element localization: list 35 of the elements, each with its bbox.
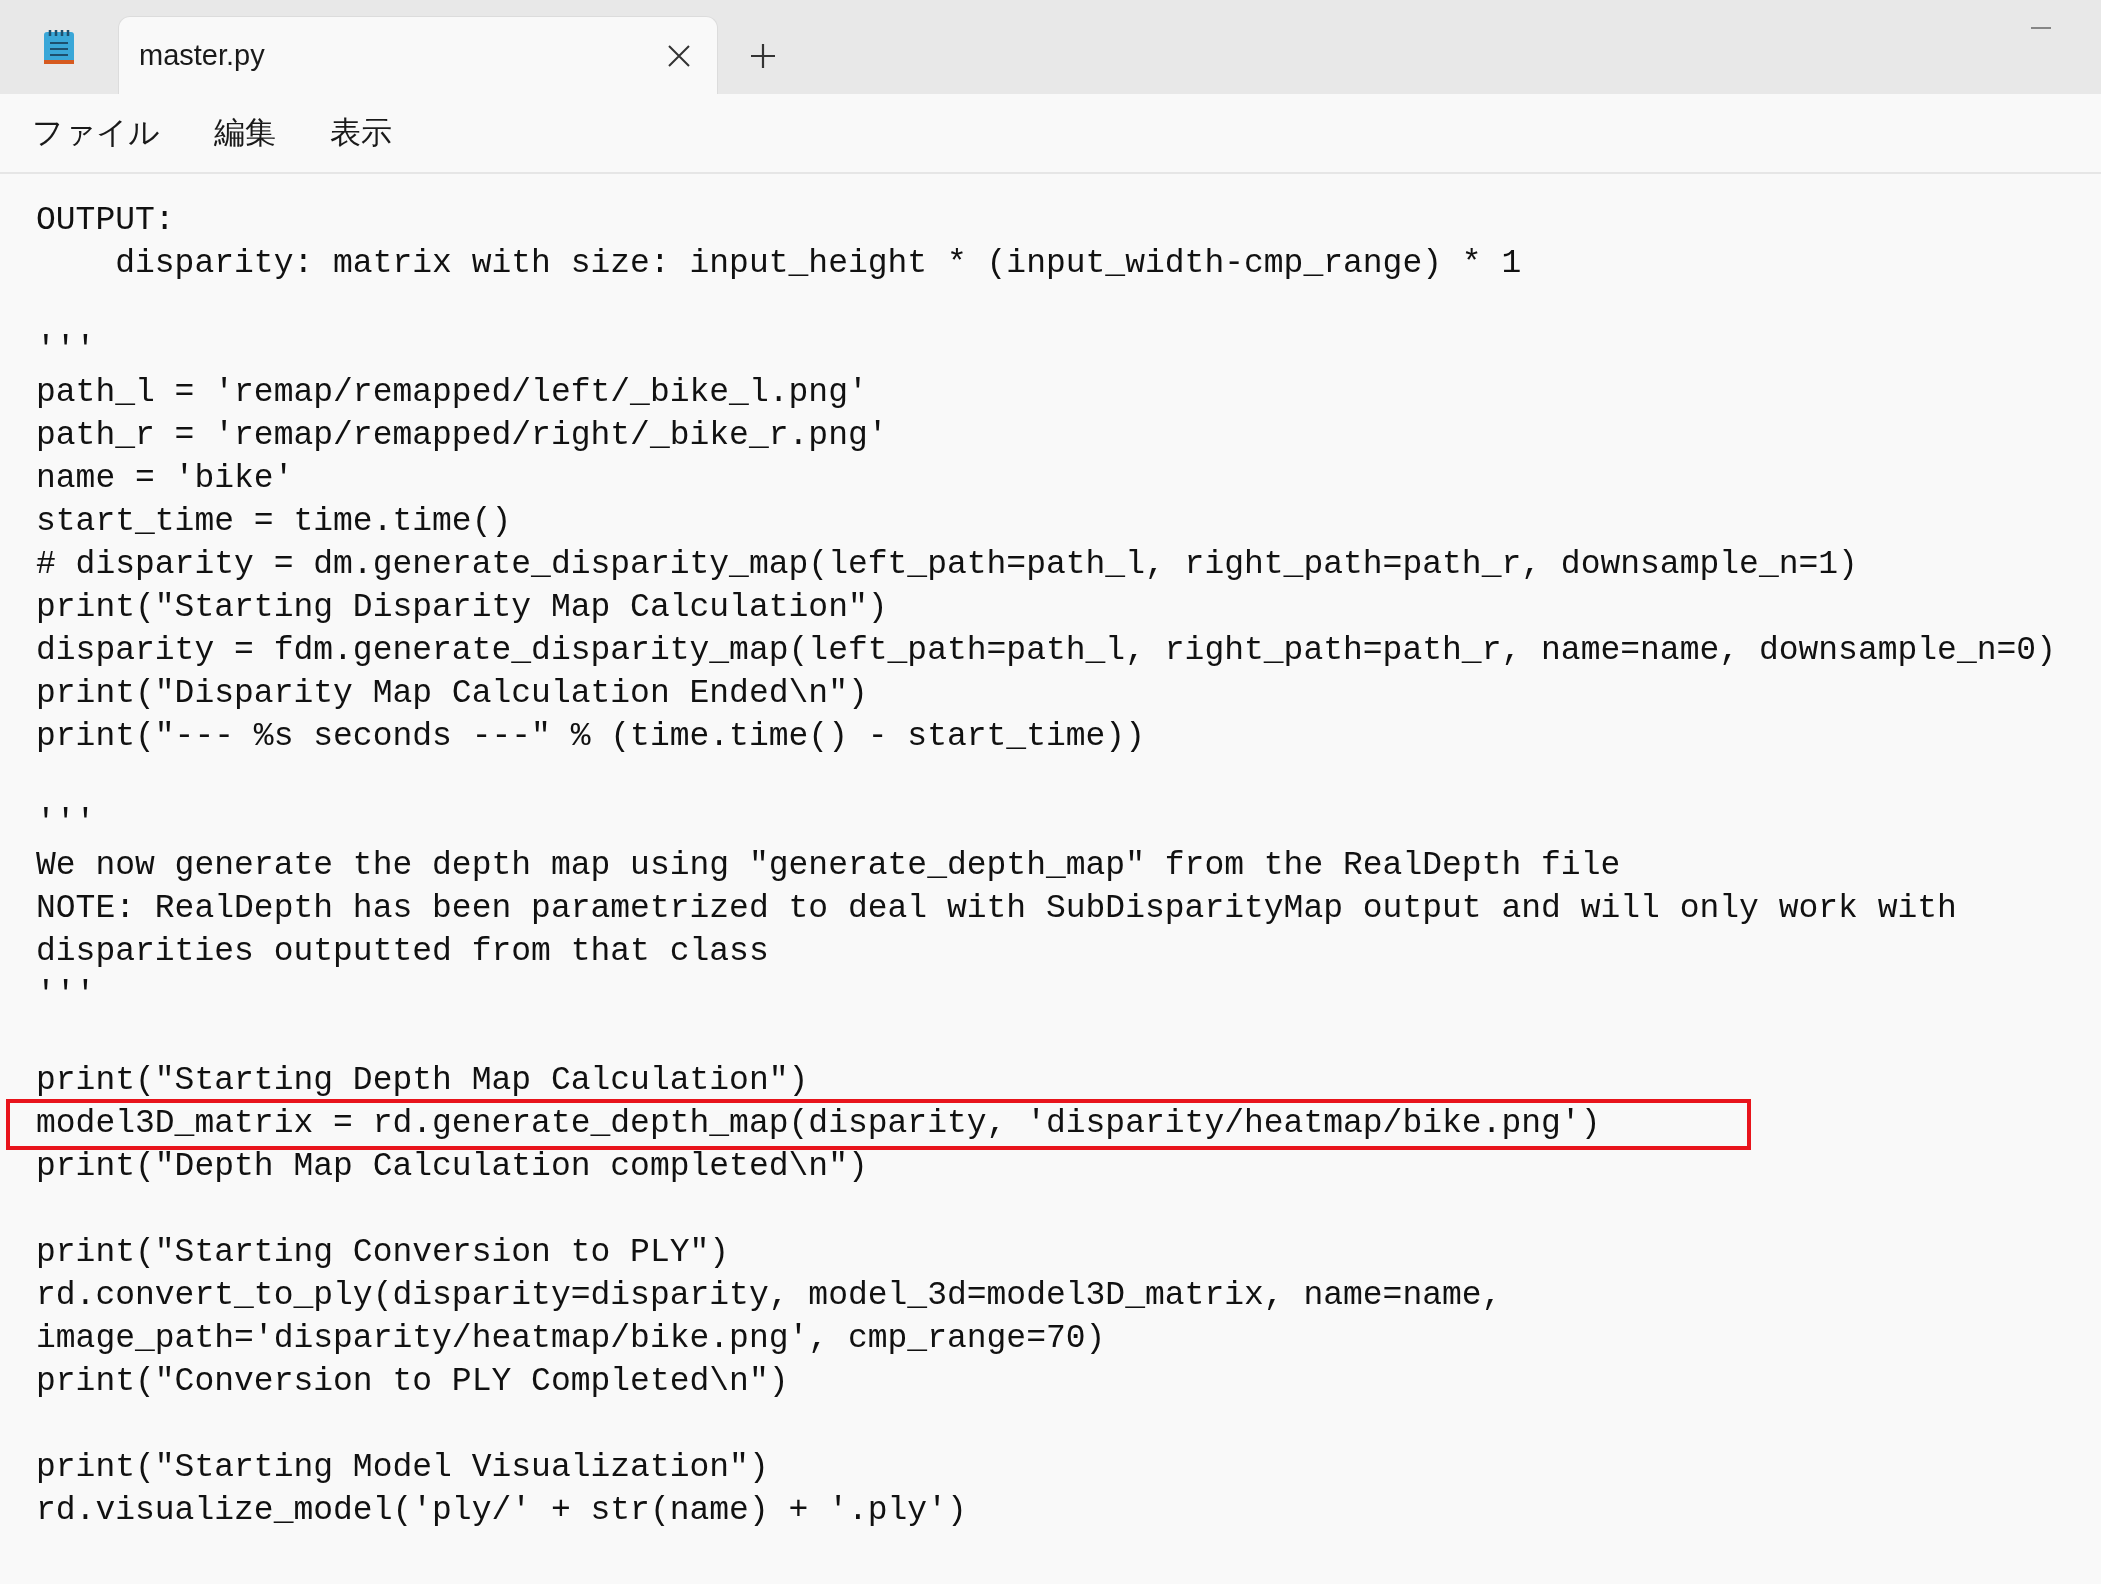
code-line: image_path='disparity/heatmap/bike.png', cmp_range=70) (36, 1320, 1106, 1357)
plus-icon (750, 43, 776, 69)
code-line: print("Starting Depth Map Calculation") (36, 1062, 809, 1099)
file-tab[interactable]: master.py (118, 16, 718, 94)
code-line: print("Starting Conversion to PLY") (36, 1234, 730, 1271)
code-line: NOTE: RealDepth has been parametrized to deal with SubDisparityMap output and will only work with (36, 890, 1957, 927)
code-line: path_l = 'remap/remapped/left/_bike_l.png' (36, 374, 868, 411)
menu-item[interactable]: 表示 (312, 101, 410, 165)
code-line: print("--- %s seconds ---" % (time.time() - start_time)) (36, 718, 1145, 755)
code-line: print("Starting Disparity Map Calculation") (36, 589, 888, 626)
code-line: print("Disparity Map Calculation Ended\n") (36, 675, 868, 712)
code-line: ''' (36, 804, 96, 841)
minimize-icon (2031, 27, 2051, 29)
code-line: start_time = time.time() (36, 503, 512, 540)
notepad-icon (42, 28, 76, 66)
close-icon[interactable] (667, 43, 691, 68)
code-line: print("Starting Model Visualization") (36, 1449, 769, 1486)
code-line: disparity: matrix with size: input_height * (input_width-cmp_range) * 1 (114, 245, 1522, 282)
code-line: rd.visualize_model('ply/' + str(name) + '.ply') (36, 1492, 967, 1529)
code-line: OUTPUT: (36, 202, 175, 239)
code-line: disparity = fdm.generate_disparity_map(left_path=path_l, right_path=path_r, name=name, downsample_n=0) (36, 632, 2056, 669)
code-line: print("Depth Map Calculation completed\n") (36, 1148, 868, 1185)
menu-item[interactable]: ファイル (14, 101, 178, 165)
code-line: print("Conversion to PLY Completed\n") (36, 1363, 789, 1400)
code-line: model3D_matrix = rd.generate_depth_map(disparity, 'disparity/heatmap/bike.png') (36, 1105, 1601, 1142)
code-line: We now generate the depth map using "generate_depth_map" from the RealDepth file (36, 847, 1621, 884)
code-line: path_r = 'remap/remapped/right/_bike_r.png' (36, 417, 888, 454)
code-line: name = 'bike' (36, 460, 294, 497)
code-line: # disparity = dm.generate_disparity_map(left_path=path_l, right_path=path_r, downsample_n=1) (36, 546, 1858, 583)
code-line: disparities outputted from that class (36, 933, 769, 970)
tab-title: master.py (139, 37, 266, 73)
menu-item[interactable]: 編集 (196, 101, 294, 165)
code-line: ''' (36, 331, 96, 368)
code-line: ''' (36, 976, 96, 1013)
code-line: rd.convert_to_ply(disparity=disparity, model_3d=model3D_matrix, name=name, (36, 1277, 1502, 1314)
